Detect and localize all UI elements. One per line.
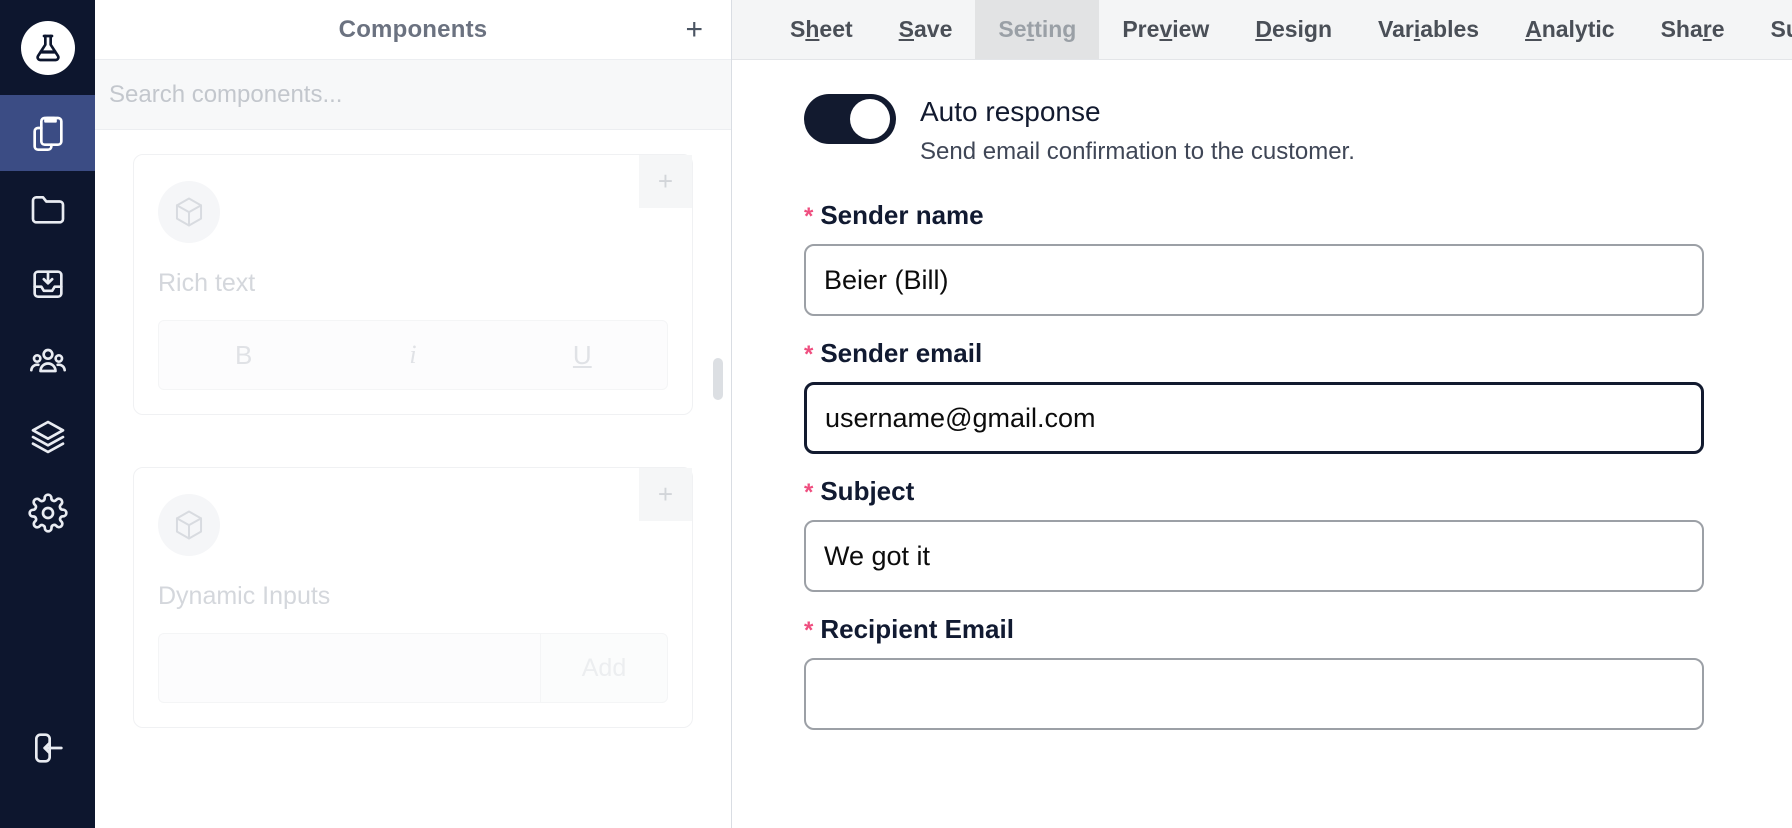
inbox-download-icon xyxy=(28,265,68,305)
sidebar-item-layers[interactable] xyxy=(0,399,95,475)
menu-item-preview[interactable]: Pre v iew xyxy=(1099,0,1232,59)
component-label: Dynamic Inputs xyxy=(158,582,331,610)
cube-icon xyxy=(158,181,220,243)
folder-icon xyxy=(28,189,68,229)
toggle-knob xyxy=(850,99,890,139)
right-pane: Sh eet Save Se t ting Pre v iew Design Var i ab… xyxy=(732,0,1792,828)
settings-content: Auto response Send email confirmation to… xyxy=(732,60,1792,828)
field-label: * Sender name xyxy=(804,200,1704,231)
required-asterisk: * xyxy=(804,479,814,507)
add-component-button[interactable]: + xyxy=(685,14,703,45)
menu-item-share[interactable]: Sha r e xyxy=(1638,0,1748,59)
auto-response-title: Auto response xyxy=(920,96,1101,127)
sidebar-item-team[interactable] xyxy=(0,323,95,399)
gear-icon xyxy=(27,493,68,533)
sidebar-item-inbox[interactable] xyxy=(0,247,95,323)
field-recipient-email: * Recipient Email xyxy=(804,614,1704,731)
component-label: Rich text xyxy=(158,269,256,297)
subject-input[interactable] xyxy=(804,520,1704,593)
sidebar-item-logout[interactable] xyxy=(0,710,95,786)
field-sender-email: * Sender email xyxy=(804,338,1704,455)
menu-item-sheet[interactable]: Sh eet xyxy=(767,0,876,59)
field-label-text: Sender name xyxy=(820,200,984,231)
field-sender-name: * Sender name xyxy=(804,200,1704,317)
menu-item-variables[interactable]: Var i ables xyxy=(1355,0,1502,59)
menu-item-setting[interactable]: Se t ting xyxy=(975,0,1100,59)
add-dynamic-inputs-button[interactable]: + xyxy=(639,468,692,521)
app-root: Components + + Rich text B i xyxy=(0,0,1792,828)
bold-button[interactable]: B xyxy=(159,340,328,371)
italic-button[interactable]: i xyxy=(328,340,497,370)
app-logo[interactable] xyxy=(0,0,95,95)
required-asterisk: * xyxy=(804,203,814,231)
sidebar-item-files[interactable] xyxy=(0,171,95,247)
field-label: * Subject xyxy=(804,476,1704,507)
rich-text-toolbar: B i U xyxy=(158,320,668,390)
components-panel-header: Components + xyxy=(95,0,731,60)
field-subject: * Subject xyxy=(804,476,1704,593)
field-label-text: Subject xyxy=(820,476,915,507)
menu-item-submissions[interactable]: Submissions xyxy=(1748,0,1792,59)
top-menu-bar: Sh eet Save Se t ting Pre v iew Design Var i ab… xyxy=(732,0,1792,60)
components-list: + Rich text B i U + Dynamic Inputs Add xyxy=(95,130,731,828)
field-label-text: Recipient Email xyxy=(820,614,1014,645)
clipboard-documents-icon xyxy=(28,113,68,153)
menu-item-analytic[interactable]: Analytic xyxy=(1502,0,1638,59)
components-scrollbar-thumb[interactable] xyxy=(713,358,723,400)
required-asterisk: * xyxy=(804,617,814,645)
component-card-dynamic-inputs[interactable]: + Dynamic Inputs Add xyxy=(133,467,693,728)
components-search-row xyxy=(95,60,731,130)
dynamic-input-field[interactable] xyxy=(158,633,540,703)
sender-name-input[interactable] xyxy=(804,244,1704,317)
field-label-text: Sender email xyxy=(820,338,983,369)
left-icon-rail xyxy=(0,0,95,828)
components-panel: Components + + Rich text B i xyxy=(95,0,732,828)
required-asterisk: * xyxy=(804,341,814,369)
recipient-email-input[interactable] xyxy=(804,658,1704,731)
search-components-input[interactable] xyxy=(109,80,731,109)
underline-button[interactable]: U xyxy=(498,340,667,371)
dynamic-inputs-row: Add xyxy=(158,633,668,703)
component-card-rich-text[interactable]: + Rich text B i U xyxy=(133,154,693,415)
layers-icon xyxy=(28,417,68,457)
cube-icon xyxy=(158,494,220,556)
flask-logo-icon xyxy=(20,20,75,75)
auto-response-subtitle: Send email confirmation to the customer. xyxy=(920,138,1355,166)
main-menu: Sh eet Save Se t ting Pre v iew Design Var i ab… xyxy=(732,0,1792,59)
settings-form: Auto response Send email confirmation to… xyxy=(732,92,1792,731)
components-panel-title: Components xyxy=(338,15,488,43)
auto-response-toggle[interactable] xyxy=(804,94,896,144)
sidebar-item-settings[interactable] xyxy=(0,475,95,551)
add-rich-text-button[interactable]: + xyxy=(639,155,692,208)
menu-item-design[interactable]: Design xyxy=(1232,0,1355,59)
dynamic-inputs-add-button[interactable]: Add xyxy=(540,633,668,703)
logout-icon xyxy=(28,728,68,768)
sidebar-item-forms[interactable] xyxy=(0,95,95,171)
auto-response-row: Auto response Send email confirmation to… xyxy=(804,92,1704,166)
sender-email-input[interactable] xyxy=(804,382,1704,455)
auto-response-text: Auto response Send email confirmation to… xyxy=(920,92,1355,166)
field-label: * Sender email xyxy=(804,338,1704,369)
field-label: * Recipient Email xyxy=(804,614,1704,645)
menu-item-save[interactable]: Save xyxy=(876,0,976,59)
people-group-icon xyxy=(28,341,68,381)
